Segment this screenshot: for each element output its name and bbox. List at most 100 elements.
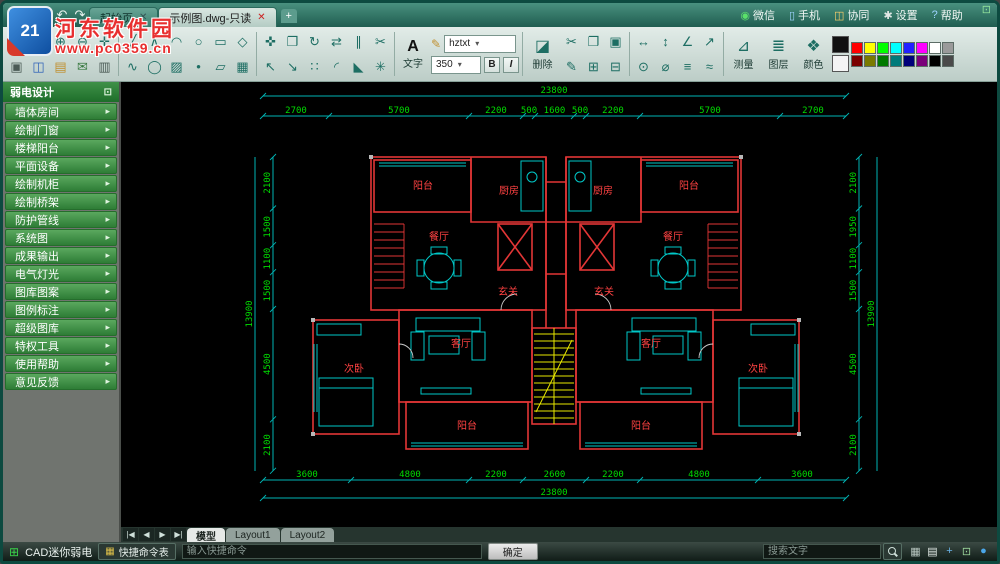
- send-mail-icon[interactable]: ✉: [72, 56, 93, 78]
- palette-color-2[interactable]: [877, 41, 889, 54]
- cut-icon[interactable]: ✂: [561, 31, 582, 53]
- sidebar-item-8[interactable]: 成果输出 ▸: [5, 247, 117, 264]
- revision-cloud-icon[interactable]: ≈: [699, 56, 720, 78]
- dim-radius-icon[interactable]: ⊙: [633, 56, 654, 78]
- window-menu-icon[interactable]: ⊡: [976, 3, 997, 27]
- new-tab-button[interactable]: +: [280, 9, 297, 23]
- explode-icon[interactable]: ✳: [370, 56, 391, 78]
- palette-color-10[interactable]: [877, 54, 889, 67]
- pan-icon[interactable]: ✛: [94, 31, 115, 53]
- sidebar-item-13[interactable]: 特权工具 ▸: [5, 337, 117, 354]
- rotate-icon[interactable]: ↻: [304, 31, 325, 53]
- search-input[interactable]: [763, 544, 881, 559]
- help-button[interactable]: ? 帮助: [925, 7, 970, 23]
- text-tool-button[interactable]: A 文字: [398, 38, 428, 70]
- paste-icon[interactable]: ▣: [605, 31, 626, 53]
- grid-toggle-icon[interactable]: ▦: [908, 545, 923, 558]
- fillet-icon[interactable]: ◜: [326, 56, 347, 78]
- circle-icon[interactable]: ○: [188, 31, 209, 53]
- ok-button[interactable]: 确定: [487, 543, 538, 560]
- sidebar-item-3[interactable]: 平面设备 ▸: [5, 157, 117, 174]
- layout-nav-button-2[interactable]: ▶: [155, 528, 170, 541]
- sidebar-item-2[interactable]: 楼梯阳台 ▸: [5, 139, 117, 156]
- rectangle-icon[interactable]: ▭: [210, 31, 231, 53]
- stretch-icon[interactable]: ↖: [260, 56, 281, 78]
- palette-color-15[interactable]: [942, 54, 954, 67]
- palette-color-8[interactable]: [851, 54, 863, 67]
- ellipse-icon[interactable]: ◯: [144, 56, 165, 78]
- fullscreen-icon[interactable]: ⊡: [959, 545, 974, 558]
- leader-icon[interactable]: ↗: [699, 31, 720, 53]
- plot-icon[interactable]: ▥: [94, 56, 115, 78]
- document-tab-1[interactable]: 示例图.dwg-只读 ✕: [158, 7, 277, 27]
- palette-color-3[interactable]: [890, 41, 902, 54]
- palette-color-7[interactable]: [942, 41, 954, 54]
- close-icon[interactable]: ✕: [257, 12, 265, 23]
- sidebar-item-0[interactable]: 墙体房间 ▸: [5, 103, 117, 120]
- scale-icon[interactable]: ↘: [282, 56, 303, 78]
- sidebar-item-5[interactable]: 绘制桥架 ▸: [5, 193, 117, 210]
- sidebar-item-11[interactable]: 图例标注 ▸: [5, 301, 117, 318]
- settings-button[interactable]: ✱ 设置: [876, 7, 924, 23]
- zoom-out-icon[interactable]: ⊖: [72, 31, 93, 53]
- collaborate-button[interactable]: ◫ 协同: [827, 7, 876, 23]
- bold-button[interactable]: B: [484, 56, 500, 73]
- sidebar-item-4[interactable]: 绘制机柜 ▸: [5, 175, 117, 192]
- search-icon[interactable]: [883, 543, 902, 560]
- document-tab-0[interactable]: 起始页 ✕: [89, 7, 159, 27]
- chamfer-icon[interactable]: ◣: [348, 56, 369, 78]
- hatch-icon[interactable]: ▨: [166, 56, 187, 78]
- spline-icon[interactable]: ∿: [122, 56, 143, 78]
- shortcut-table-button[interactable]: ▦ 快捷命令表: [98, 543, 176, 560]
- multiline-text-icon[interactable]: ≡: [677, 56, 698, 78]
- sidebar-item-12[interactable]: 超级图库 ▸: [5, 319, 117, 336]
- dim-angular-icon[interactable]: ∠: [677, 31, 698, 53]
- command-input[interactable]: [181, 544, 482, 559]
- undo-icon[interactable]: ↶: [53, 3, 71, 27]
- current-color-swatch-1[interactable]: [832, 55, 849, 72]
- match-properties-icon[interactable]: ✎: [561, 56, 582, 78]
- layout-tab-2[interactable]: Layout2: [280, 528, 335, 542]
- palette-color-1[interactable]: [864, 41, 876, 54]
- edit-text-icon[interactable]: ✎: [431, 37, 441, 51]
- offset-icon[interactable]: ∥: [348, 31, 369, 53]
- polygon-icon[interactable]: ◇: [232, 31, 253, 53]
- trim-icon[interactable]: ✂: [370, 31, 391, 53]
- open-folder-icon[interactable]: ▤: [50, 56, 71, 78]
- dim-diameter-icon[interactable]: ⌀: [655, 56, 676, 78]
- arc-icon[interactable]: ◠: [166, 31, 187, 53]
- measure-button[interactable]: ⊿ 测量: [727, 29, 760, 79]
- palette-color-4[interactable]: [903, 41, 915, 54]
- layout-nav-button-1[interactable]: ◀: [139, 528, 154, 541]
- sidebar-item-15[interactable]: 意见反馈 ▸: [5, 373, 117, 390]
- mobile-button[interactable]: ▯ 手机: [782, 7, 827, 23]
- block-icon[interactable]: ▱: [210, 56, 231, 78]
- panel-dock-icon[interactable]: ⊡: [104, 87, 112, 98]
- browser-icon[interactable]: ●: [976, 545, 991, 558]
- palette-color-13[interactable]: [916, 54, 928, 67]
- line-icon[interactable]: ╱: [122, 31, 143, 53]
- close-icon[interactable]: ✕: [139, 12, 147, 23]
- page-setup-icon[interactable]: ▤: [925, 545, 940, 558]
- sidebar-item-1[interactable]: 绘制门窗 ▸: [5, 121, 117, 138]
- layers-button[interactable]: ≣ 图层: [762, 29, 795, 79]
- layout-tab-0[interactable]: 模型: [187, 528, 225, 543]
- color-button[interactable]: ❖ 颜色: [797, 29, 830, 79]
- current-color-swatch-0[interactable]: [832, 36, 849, 53]
- sidebar-item-7[interactable]: 系统图 ▸: [5, 229, 117, 246]
- redo-icon[interactable]: ↷: [71, 3, 89, 27]
- palette-color-9[interactable]: [864, 54, 876, 67]
- array-icon[interactable]: ∷: [304, 56, 325, 78]
- sidebar-item-10[interactable]: 图库图案 ▸: [5, 283, 117, 300]
- font-select[interactable]: hztxt ▾: [444, 34, 517, 53]
- palette-color-5[interactable]: [916, 41, 928, 54]
- print-icon[interactable]: ▣: [6, 56, 27, 78]
- dim-linear-icon[interactable]: ↔: [633, 31, 654, 53]
- copy-clip-icon[interactable]: ❐: [583, 31, 604, 53]
- sidebar-item-14[interactable]: 使用帮助 ▸: [5, 355, 117, 372]
- palette-color-11[interactable]: [890, 54, 902, 67]
- layout-nav-button-3[interactable]: ▶|: [171, 528, 186, 541]
- sidebar-item-6[interactable]: 防护管线 ▸: [5, 211, 117, 228]
- move-icon[interactable]: ✜: [260, 31, 281, 53]
- palette-color-14[interactable]: [929, 54, 941, 67]
